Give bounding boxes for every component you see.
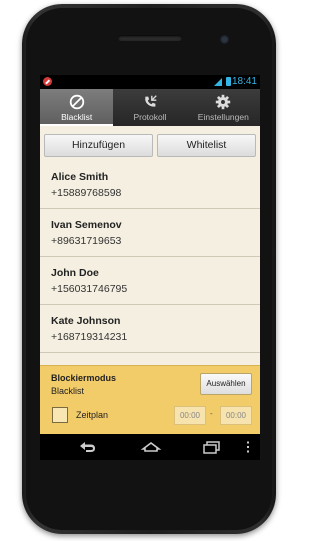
status-time: 18:41 [231, 76, 257, 87]
schedule-label: Zeitplan [76, 410, 109, 420]
block-notification-icon [43, 77, 52, 86]
front-camera [220, 35, 229, 44]
action-row: Hinzufügen Whitelist [40, 126, 260, 160]
contact-number: +168719314231 [51, 331, 128, 343]
phone-log-icon [145, 95, 157, 107]
select-mode-button[interactable]: Auswählen [200, 373, 252, 395]
contact-number: +156031746795 [51, 283, 128, 295]
signal-icon [214, 78, 222, 86]
menu-icon[interactable] [246, 441, 250, 453]
home-icon[interactable] [140, 439, 162, 455]
tab-label: Protokoll [133, 112, 167, 122]
block-mode-title: Blockiermodus [51, 373, 117, 383]
recent-apps-icon[interactable] [200, 439, 222, 455]
navigation-bar [40, 434, 260, 460]
schedule-checkbox[interactable] [52, 407, 68, 423]
list-item[interactable]: Ivan Semenov +89631719653 [40, 209, 260, 257]
gear-icon [216, 94, 231, 110]
schedule-end-time[interactable]: 00:00 [220, 406, 252, 425]
contact-number: +89631719653 [51, 235, 122, 247]
screen: 18:41 Blacklist Protokoll Einstellungen … [40, 75, 260, 460]
contact-name: Ivan Semenov [51, 219, 122, 231]
tab-label: Einstellungen [197, 112, 249, 122]
contact-name: Kate Johnson [51, 315, 121, 327]
time-separator: - [210, 409, 213, 418]
list-item[interactable]: John Doe +156031746795 [40, 257, 260, 305]
back-icon[interactable] [76, 439, 98, 455]
contact-name: Alice Smith [51, 171, 109, 183]
blacklist-list: Alice Smith +15889768598 Ivan Semenov +8… [40, 161, 260, 353]
contact-name: John Doe [51, 267, 99, 279]
block-mode-panel: Blockiermodus Blacklist Auswählen Zeitpl… [40, 365, 260, 435]
block-icon [69, 94, 84, 110]
earpiece-speaker [118, 35, 182, 41]
tab-label: Blacklist [61, 112, 93, 122]
whitelist-button[interactable]: Whitelist [157, 134, 256, 157]
tab-protokoll[interactable]: Protokoll [113, 89, 186, 126]
add-button[interactable]: Hinzufügen [44, 134, 153, 157]
tab-bar: Blacklist Protokoll Einstellungen [40, 89, 260, 126]
tab-blacklist[interactable]: Blacklist [40, 89, 114, 126]
contact-number: +15889768598 [51, 187, 122, 199]
schedule-start-time[interactable]: 00:00 [174, 406, 206, 425]
list-item[interactable]: Alice Smith +15889768598 [40, 161, 260, 209]
tab-einstellungen[interactable]: Einstellungen [187, 89, 260, 126]
list-item[interactable]: Kate Johnson +168719314231 [40, 305, 260, 353]
battery-icon [226, 77, 231, 86]
status-bar: 18:41 [40, 75, 260, 89]
block-mode-value: Blacklist [51, 386, 85, 396]
